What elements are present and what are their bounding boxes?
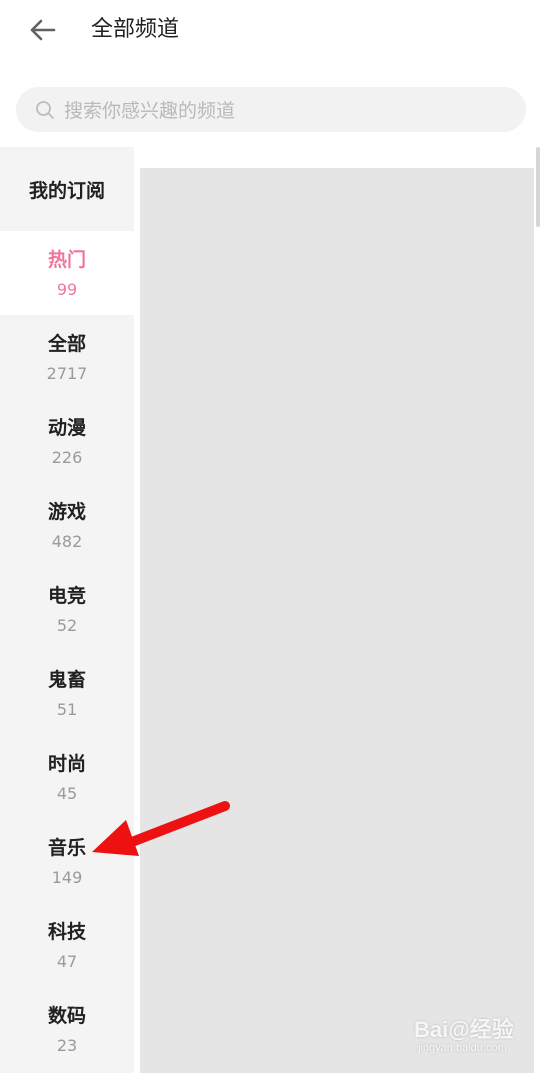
sidebar-item-all[interactable]: 全部 2717	[0, 315, 134, 399]
sidebar-item-label: 全部	[47, 333, 86, 355]
search-input[interactable]: 搜索你感兴趣的频道	[16, 87, 526, 132]
sidebar-item-label: 数码	[47, 1005, 86, 1027]
sidebar-item-count: 99	[56, 280, 78, 299]
sidebar-item-hot[interactable]: 热门 99	[0, 231, 134, 315]
sidebar-item-count: 482	[51, 532, 83, 551]
sidebar-item-label: 游戏	[47, 501, 86, 523]
sidebar-item-tech[interactable]: 科技 47	[0, 903, 134, 987]
sidebar-item-label: 科技	[47, 921, 86, 943]
sidebar-item-count: 23	[56, 1036, 78, 1055]
sidebar-item-music[interactable]: 音乐 149	[0, 819, 134, 903]
sidebar-item-kichiku[interactable]: 鬼畜 51	[0, 651, 134, 735]
top-bar: 全部频道	[0, 0, 542, 62]
sidebar-item-fashion[interactable]: 时尚 45	[0, 735, 134, 819]
sidebar-item-anime[interactable]: 动漫 226	[0, 399, 134, 483]
search-icon	[34, 99, 56, 121]
sidebar-item-count: 2717	[46, 364, 88, 383]
sidebar-item-digital[interactable]: 数码 23	[0, 987, 134, 1071]
page-title: 全部频道	[91, 17, 180, 42]
sidebar-item-count: 51	[56, 700, 78, 719]
sidebar-item-label: 时尚	[47, 753, 86, 775]
arrow-left-icon	[30, 19, 56, 41]
sidebar-item-count: 149	[51, 868, 83, 887]
sidebar-item-label: 音乐	[47, 837, 86, 859]
sidebar-item-my-subscriptions[interactable]: 我的订阅	[0, 147, 134, 231]
sidebar-item-games[interactable]: 游戏 482	[0, 483, 134, 567]
back-button[interactable]	[22, 12, 62, 48]
category-sidebar: 我的订阅 热门 99 全部 2717 动漫 226 游戏 482 电竞 52 鬼…	[0, 147, 134, 1073]
sidebar-item-label: 动漫	[47, 417, 86, 439]
sidebar-item-count: 226	[51, 448, 83, 467]
sidebar-item-count: 52	[56, 616, 78, 635]
channel-list-screen: 全部频道 搜索你感兴趣的频道 我的订阅 热门 99 全部 2717 动漫 226…	[0, 0, 542, 1073]
sidebar-item-label: 热门	[47, 249, 86, 271]
sidebar-item-label: 鬼畜	[47, 669, 86, 691]
scrollbar-thumb[interactable]	[536, 147, 540, 227]
sidebar-item-esports[interactable]: 电竞 52	[0, 567, 134, 651]
search-placeholder: 搜索你感兴趣的频道	[64, 100, 236, 122]
channel-content-placeholder	[140, 168, 534, 1073]
sidebar-item-count: 45	[56, 784, 78, 803]
sidebar-item-count: 47	[56, 952, 78, 971]
sidebar-item-label: 电竞	[47, 585, 86, 607]
